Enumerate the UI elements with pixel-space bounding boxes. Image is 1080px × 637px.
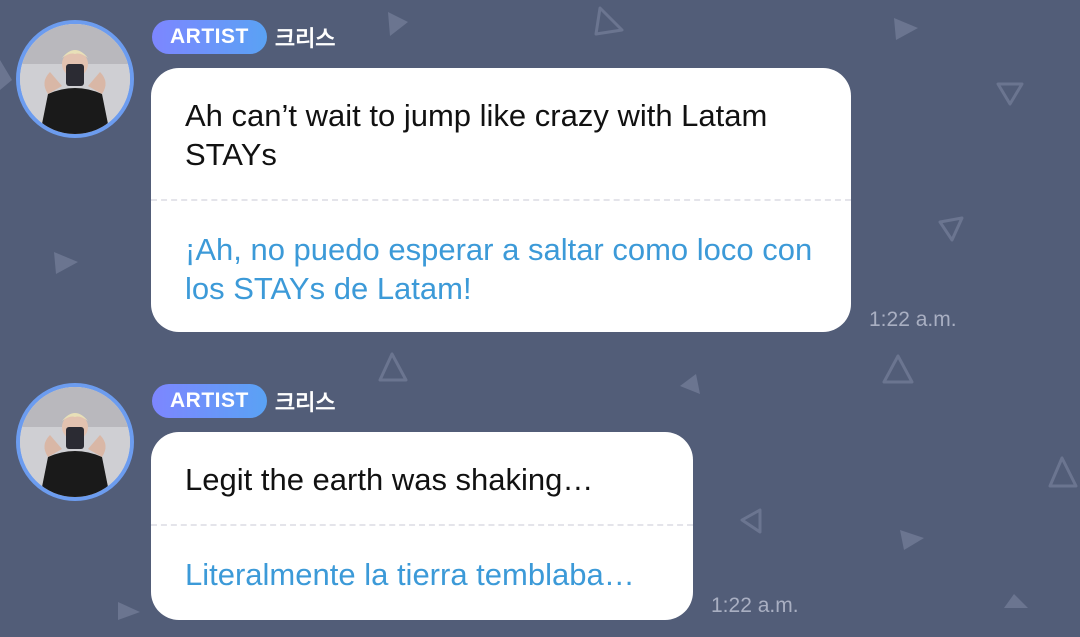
message-bubble[interactable]: Legit the earth was shaking… Literalment… (151, 432, 693, 620)
sender-name[interactable]: 크리스 (275, 385, 336, 417)
message-time: 1:22 a.m. (711, 594, 799, 617)
original-text: Ah can’t wait to jump like crazy with La… (185, 98, 768, 172)
original-text: Legit the earth was shaking… (185, 462, 594, 497)
avatar[interactable] (16, 383, 134, 501)
sender-row: ARTIST 크리스 (152, 20, 336, 54)
translation-divider (151, 524, 693, 526)
message-bubble[interactable]: Ah can’t wait to jump like crazy with La… (151, 68, 851, 332)
translation-divider (151, 199, 851, 201)
avatar-photo-icon (20, 387, 130, 497)
sender-name[interactable]: 크리스 (275, 21, 336, 53)
message-time: 1:22 a.m. (869, 308, 957, 331)
translated-text: Literalmente la tierra temblaba… (185, 557, 635, 592)
sender-row: ARTIST 크리스 (152, 384, 336, 418)
avatar-photo-icon (20, 24, 130, 134)
translated-text: ¡Ah, no puedo esperar a saltar como loco… (185, 232, 813, 306)
artist-badge: ARTIST (152, 20, 267, 54)
artist-badge: ARTIST (152, 384, 267, 418)
avatar[interactable] (16, 20, 134, 138)
